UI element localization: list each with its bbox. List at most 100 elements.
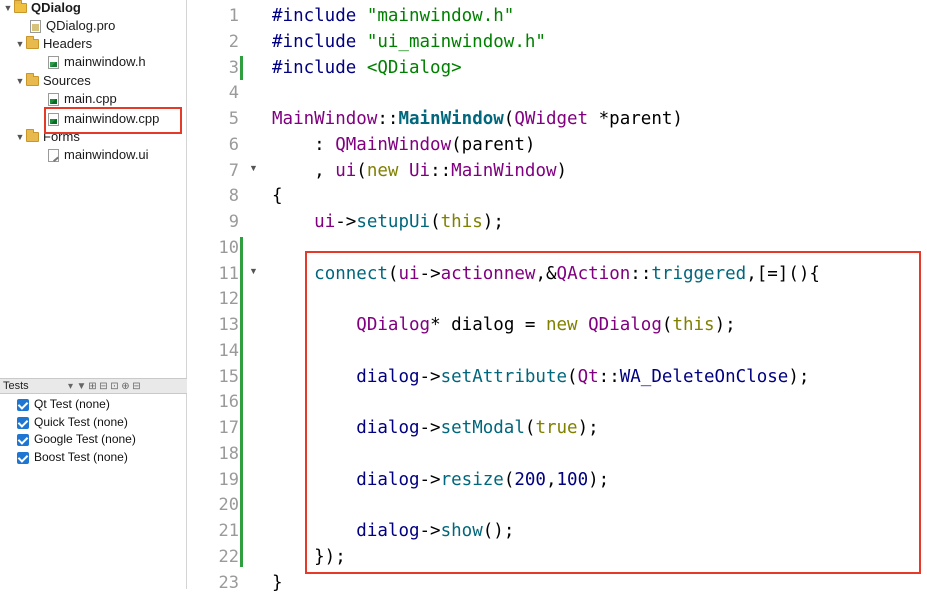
code-token: :: (377, 109, 399, 129)
tree-item-main-cpp[interactable]: main.cpp (48, 90, 117, 108)
line-number: 10 (218, 237, 239, 258)
line-number: 2 (228, 31, 239, 52)
tree-item-pro[interactable]: QDialog.pro (30, 17, 115, 35)
line-number: 8 (228, 186, 239, 207)
line-number: 11 (218, 263, 239, 284)
code-line[interactable]: #include "mainwindow.h" (272, 3, 514, 29)
line-number: 20 (218, 495, 239, 516)
line-number: 22 (218, 546, 239, 567)
code-token: <QDialog> (366, 57, 462, 78)
fold-arrow-icon[interactable]: ▼ (249, 266, 258, 276)
tree-item-label: mainwindow.h (64, 54, 146, 69)
line-number: 12 (218, 289, 239, 310)
split-icon[interactable]: ⊡ (109, 381, 120, 392)
code-token: *parent) (588, 109, 683, 129)
code-line[interactable]: } (272, 570, 283, 596)
expand-icon[interactable]: ⊞ (87, 381, 98, 392)
test-label: Quick Test (none) (34, 415, 128, 429)
fold-arrow-icon[interactable]: ▼ (249, 163, 258, 173)
test-label: Boost Test (none) (34, 450, 128, 464)
code-line[interactable]: #include <QDialog> (272, 55, 462, 81)
tree-item-label: Headers (43, 36, 93, 51)
test-item-google[interactable]: Google Test (none) (17, 431, 136, 448)
line-number: 16 (218, 392, 239, 413)
tree-item-label: QDialog.pro (46, 18, 116, 33)
checkbox-checked-icon[interactable] (17, 398, 29, 411)
test-item-boost[interactable]: Boost Test (none) (17, 449, 128, 466)
tree-item-label: Sources (43, 73, 91, 88)
project-tree-panel: ▼ QDialog QDialog.pro ▼ Headers mainwind… (0, 0, 187, 589)
code-line[interactable]: MainWindow::MainWindow(QWidget *parent) (272, 106, 683, 132)
close-pane-icon[interactable]: ⊟ (131, 381, 142, 392)
line-number: 15 (218, 366, 239, 387)
folder-icon (26, 36, 39, 49)
test-item-qt[interactable]: Qt Test (none) (17, 396, 110, 413)
chevron-down-icon[interactable]: ▼ (14, 128, 26, 146)
tree-item-sources[interactable]: ▼ Sources (14, 72, 91, 90)
code-token: #include (272, 57, 367, 78)
chevron-down-icon[interactable]: ▼ (14, 72, 26, 90)
dropdown-icon[interactable]: ▾ (65, 381, 76, 392)
line-number: 5 (228, 109, 239, 129)
code-token: :: (430, 160, 452, 181)
tree-item-mainwindow-ui[interactable]: mainwindow.ui (48, 146, 149, 164)
code-token: QWidget (514, 109, 589, 129)
chevron-down-icon[interactable]: ▼ (14, 35, 26, 53)
change-marker (240, 237, 243, 567)
code-token: setupUi (356, 212, 431, 232)
line-number: 3 (228, 57, 239, 78)
code-token: #include (272, 6, 367, 26)
code-token: ) (556, 160, 568, 181)
tree-item-mainwindow-h[interactable]: mainwindow.h (48, 53, 146, 71)
tree-item-label: mainwindow.ui (64, 147, 149, 162)
collapse-icon[interactable]: ⊟ (98, 381, 109, 392)
line-number: 14 (218, 340, 239, 361)
code-token: #include (272, 31, 367, 52)
filter-icon[interactable]: ▼ (76, 381, 87, 392)
line-number: 13 (218, 315, 239, 335)
code-token: this (440, 212, 483, 232)
line-number: 4 (228, 83, 239, 104)
tests-pane-header: Tests ▾ ▼ ⊞ ⊟ ⊡ ⊕ ⊟ (0, 378, 187, 394)
add-split-icon[interactable]: ⊕ (120, 381, 131, 392)
code-token: ui (335, 160, 357, 181)
line-number: 19 (218, 469, 239, 490)
chevron-down-icon[interactable]: ▼ (2, 0, 14, 17)
change-marker (240, 56, 243, 80)
checkbox-checked-icon[interactable] (17, 451, 29, 464)
code-token: MainWindow (272, 109, 378, 129)
code-token: ( (356, 160, 367, 181)
code-line[interactable]: : QMainWindow(parent) (272, 132, 535, 158)
code-token: new (366, 160, 399, 181)
project-name: QDialog (31, 0, 81, 15)
line-number: 18 (218, 443, 239, 464)
code-token: MainWindow (451, 160, 557, 181)
code-token: , (272, 160, 336, 181)
test-item-quick[interactable]: Quick Test (none) (17, 414, 128, 431)
code-line[interactable]: #include "ui_mainwindow.h" (272, 29, 546, 55)
checkbox-checked-icon[interactable] (17, 433, 29, 446)
pro-file-icon (30, 19, 41, 33)
tree-item-headers[interactable]: ▼ Headers (14, 35, 92, 53)
test-label: Google Test (none) (34, 432, 136, 446)
cpp-file-icon (48, 92, 59, 106)
code-line[interactable]: ui->setupUi(this); (272, 209, 504, 235)
line-number: 23 (218, 572, 239, 593)
ui-file-icon (48, 148, 59, 162)
code-token: "ui_mainwindow.h" (366, 31, 546, 52)
tree-project-root[interactable]: ▼ QDialog (2, 0, 81, 17)
code-line[interactable]: { (272, 183, 283, 209)
code-token: : (272, 134, 336, 155)
code-token: ( (503, 109, 515, 129)
line-number: 6 (228, 134, 239, 155)
code-token: ); (482, 212, 504, 232)
checkbox-checked-icon[interactable] (17, 416, 29, 429)
line-number: 1 (228, 6, 239, 26)
tree-item-label: main.cpp (64, 91, 117, 106)
code-line[interactable]: , ui(new Ui::MainWindow) (272, 158, 567, 184)
code-token: MainWindow (398, 109, 504, 129)
code-token: -> (335, 212, 357, 232)
line-number: 17 (218, 418, 239, 438)
code-token: "mainwindow.h" (366, 6, 515, 26)
